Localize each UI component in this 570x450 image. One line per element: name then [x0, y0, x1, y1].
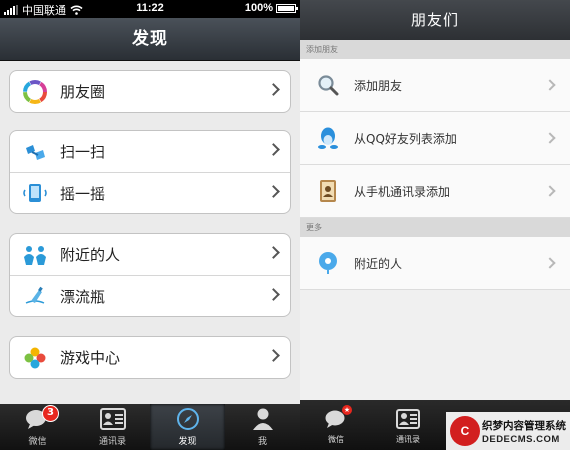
- chevron-right-icon: [544, 257, 556, 269]
- watermark-title: 织梦内容管理系统: [482, 420, 566, 432]
- row-label: 从手机通讯录添加: [354, 184, 451, 199]
- chevron-right-icon: [267, 349, 280, 362]
- menu-item-label: 摇一摇: [60, 184, 106, 203]
- menu-item-moments[interactable]: 朋友圈: [10, 71, 290, 112]
- menu-item-label: 扫一扫: [60, 143, 106, 161]
- new-badge: ★: [342, 405, 352, 415]
- group-scan-shake: 扫一扫 摇一摇: [9, 130, 291, 214]
- menu-item-people-nearby[interactable]: 附近的人: [10, 234, 290, 275]
- row-label: 从QQ好友列表添加: [354, 131, 457, 146]
- tab-contacts[interactable]: 通讯录: [372, 400, 444, 450]
- menu-item-label: 漂流瓶: [60, 287, 106, 306]
- unread-badge: 3: [42, 405, 59, 422]
- tab-discover[interactable]: 发现: [150, 404, 225, 450]
- menu-item-label: 附近的人: [60, 246, 121, 264]
- chevron-right-icon: [544, 79, 556, 91]
- chevron-right-icon: [267, 246, 280, 259]
- location-pin-icon: [316, 251, 340, 275]
- row-add-from-qq[interactable]: 从QQ好友列表添加: [300, 112, 570, 165]
- scan-icon: [22, 139, 48, 165]
- row-add-friend[interactable]: 添加朋友: [300, 59, 570, 112]
- chevron-right-icon: [267, 185, 280, 198]
- group-nearby-bottle: 附近的人 漂流瓶: [9, 233, 291, 317]
- menu-item-shake[interactable]: 摇一摇: [10, 172, 290, 213]
- battery-icon: [276, 3, 298, 13]
- battery-percent: 100%: [244, 2, 273, 14]
- row-label: 附近的人: [354, 256, 403, 271]
- tab-label: 通讯录: [396, 435, 420, 444]
- row-add-from-phone-contacts[interactable]: 从手机通讯录添加: [300, 165, 570, 218]
- menu-item-label: 朋友圈: [60, 83, 106, 101]
- address-book-icon: [316, 179, 340, 203]
- chevron-right-icon: [267, 83, 280, 96]
- menu-item-drift-bottle[interactable]: 漂流瓶: [10, 275, 290, 316]
- drift-bottle-icon: [22, 283, 48, 309]
- tab-label: 微信: [328, 435, 344, 444]
- row-people-nearby[interactable]: 附近的人: [300, 237, 570, 290]
- tab-wechat[interactable]: ★ 微信: [300, 400, 372, 450]
- search-icon: [316, 73, 340, 97]
- watermark-url: DEDECMS.COM: [482, 434, 560, 445]
- tab-label: 发现: [178, 437, 197, 447]
- status-bar: 中国联通 11:22 100%: [0, 0, 300, 18]
- page-title: 发现: [0, 18, 300, 61]
- qq-penguin-icon: [316, 126, 340, 150]
- menu-item-scan[interactable]: 扫一扫: [10, 131, 290, 172]
- tab-wechat[interactable]: 3 微信: [0, 404, 75, 450]
- tab-me[interactable]: 我: [225, 404, 300, 450]
- person-icon: [252, 406, 274, 432]
- menu-item-game-center[interactable]: 游戏中心: [10, 337, 290, 378]
- chevron-right-icon: [267, 143, 280, 156]
- page-title: 朋友们: [300, 0, 570, 40]
- group-games: 游戏中心: [9, 336, 291, 379]
- chevron-right-icon: [267, 288, 280, 301]
- contacts-icon: [99, 406, 126, 432]
- tab-label: 通讯录: [98, 437, 126, 447]
- row-label: 添加朋友: [354, 78, 403, 93]
- game-center-icon: [22, 345, 48, 371]
- section-header-add-friends: 添加朋友: [300, 40, 570, 59]
- tab-contacts[interactable]: 通讯录: [75, 404, 150, 450]
- battery: 100%: [244, 2, 298, 14]
- tab-label: 我: [257, 437, 267, 447]
- watermark: C 织梦内容管理系统 DEDECMS.COM: [446, 412, 570, 450]
- section-header-more: 更多: [300, 218, 570, 237]
- watermark-logo: C: [450, 416, 480, 446]
- tab-label: 微信: [28, 437, 47, 447]
- group-moments: 朋友圈: [9, 70, 291, 113]
- friends-screen: 朋友们 添加朋友 添加朋友 从QQ好友列表添加 从手机通讯录添加 更多 附近的人: [300, 0, 570, 450]
- chevron-right-icon: [544, 185, 556, 197]
- moments-icon: [22, 79, 48, 105]
- menu-item-label: 游戏中心: [60, 349, 121, 367]
- contacts-icon: [396, 406, 420, 432]
- chevron-right-icon: [544, 132, 556, 144]
- compass-icon: [176, 406, 200, 432]
- discover-screen: 中国联通 11:22 100% 发现 朋友圈 扫一扫 摇一摇 附近的人 漂流瓶 …: [0, 0, 300, 450]
- people-nearby-icon: [22, 242, 48, 268]
- shake-icon: [22, 180, 48, 206]
- tab-bar: 3 微信 通讯录 发现 我: [0, 404, 300, 450]
